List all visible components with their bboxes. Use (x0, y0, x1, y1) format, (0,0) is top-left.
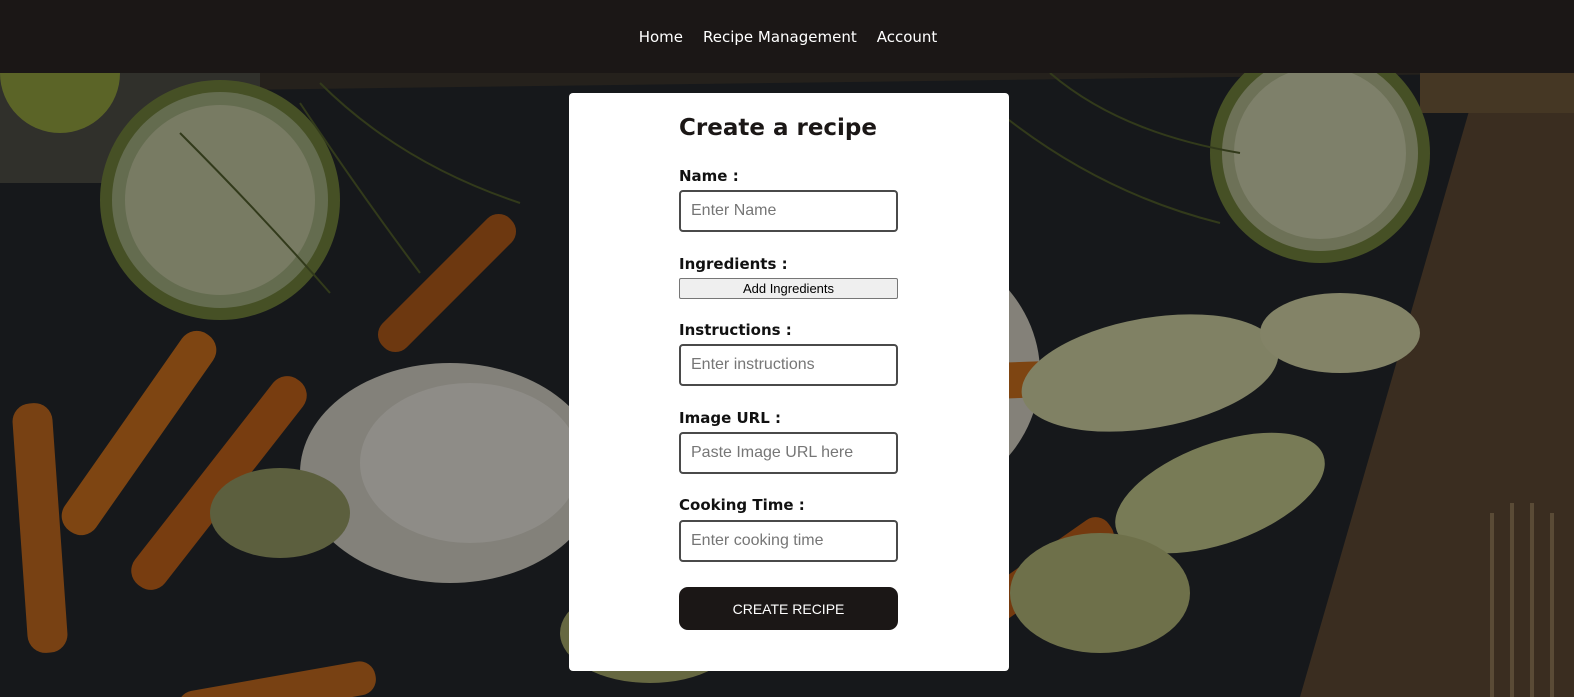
image-url-label: Image URL : (679, 409, 781, 427)
instructions-input[interactable] (679, 344, 898, 386)
name-input[interactable] (679, 190, 898, 232)
top-navbar: Home Recipe Management Account (0, 0, 1574, 73)
nav-link-recipe-management[interactable]: Recipe Management (703, 28, 857, 46)
name-label: Name : (679, 167, 739, 185)
cooking-time-label: Cooking Time : (679, 496, 805, 514)
form-title: Create a recipe (679, 115, 877, 141)
image-url-input[interactable] (679, 432, 898, 474)
nav-link-home[interactable]: Home (639, 28, 683, 46)
nav-link-account[interactable]: Account (877, 28, 938, 46)
create-recipe-button[interactable]: CREATE RECIPE (679, 587, 898, 630)
ingredients-label: Ingredients : (679, 255, 788, 273)
add-ingredients-button[interactable]: Add Ingredients (679, 278, 898, 299)
cooking-time-input[interactable] (679, 520, 898, 562)
instructions-label: Instructions : (679, 321, 792, 339)
create-recipe-card: Create a recipe Name : Ingredients : Add… (569, 93, 1009, 671)
